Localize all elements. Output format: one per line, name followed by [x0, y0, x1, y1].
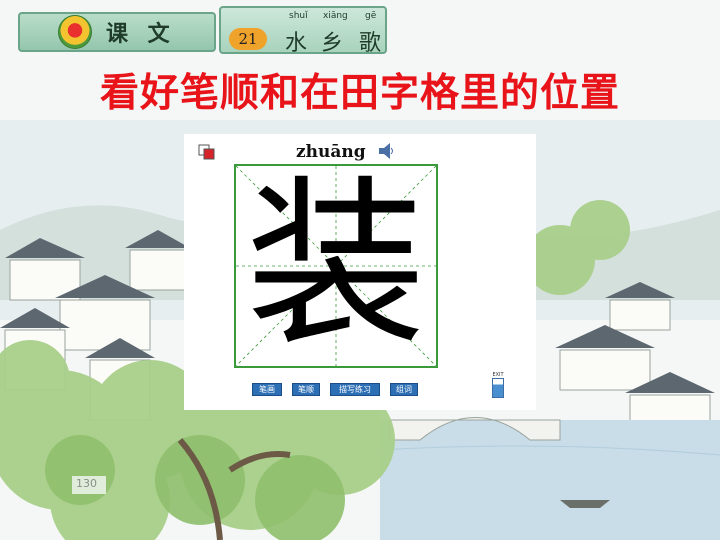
practice-character: 装	[245, 161, 426, 370]
flag-icon[interactable]	[198, 144, 216, 160]
title-char-1: 水	[285, 31, 308, 56]
speaker-icon[interactable]	[378, 142, 394, 160]
character-writer-panel: zhuāng 装 笔画 笔顺 描写练习 组词 EXIT	[184, 134, 536, 410]
tracing-practice-button[interactable]: 描写练习	[330, 383, 380, 396]
instruction-heading: 看好笔顺和在田字格里的位置	[99, 71, 620, 116]
title-pinyin-3: gē	[365, 11, 377, 21]
lesson-tab: 课 文	[18, 12, 216, 52]
lesson-label: 课 文	[106, 21, 176, 47]
flower-icon	[58, 15, 92, 49]
page-number: 130	[76, 477, 97, 490]
title-char-3: 歌	[359, 31, 382, 56]
progress-meter-icon[interactable]: EXIT	[492, 372, 504, 400]
lesson-title-tab: 21 shuǐ xiāng gē 水 乡 歌	[219, 6, 387, 56]
title-pinyin-1: shuǐ	[289, 11, 308, 21]
tianzige-grid: 装	[234, 164, 438, 368]
stroke-order-button[interactable]: 笔顺	[292, 383, 320, 396]
lesson-number: 21	[229, 28, 267, 50]
title-pinyin-2: xiāng	[323, 11, 348, 21]
character-pinyin: zhuāng	[296, 142, 366, 162]
stroke-button[interactable]: 笔画	[252, 383, 282, 396]
meter-label: EXIT	[492, 372, 504, 378]
title-char-2: 乡	[321, 31, 344, 56]
word-building-button[interactable]: 组词	[390, 383, 418, 396]
